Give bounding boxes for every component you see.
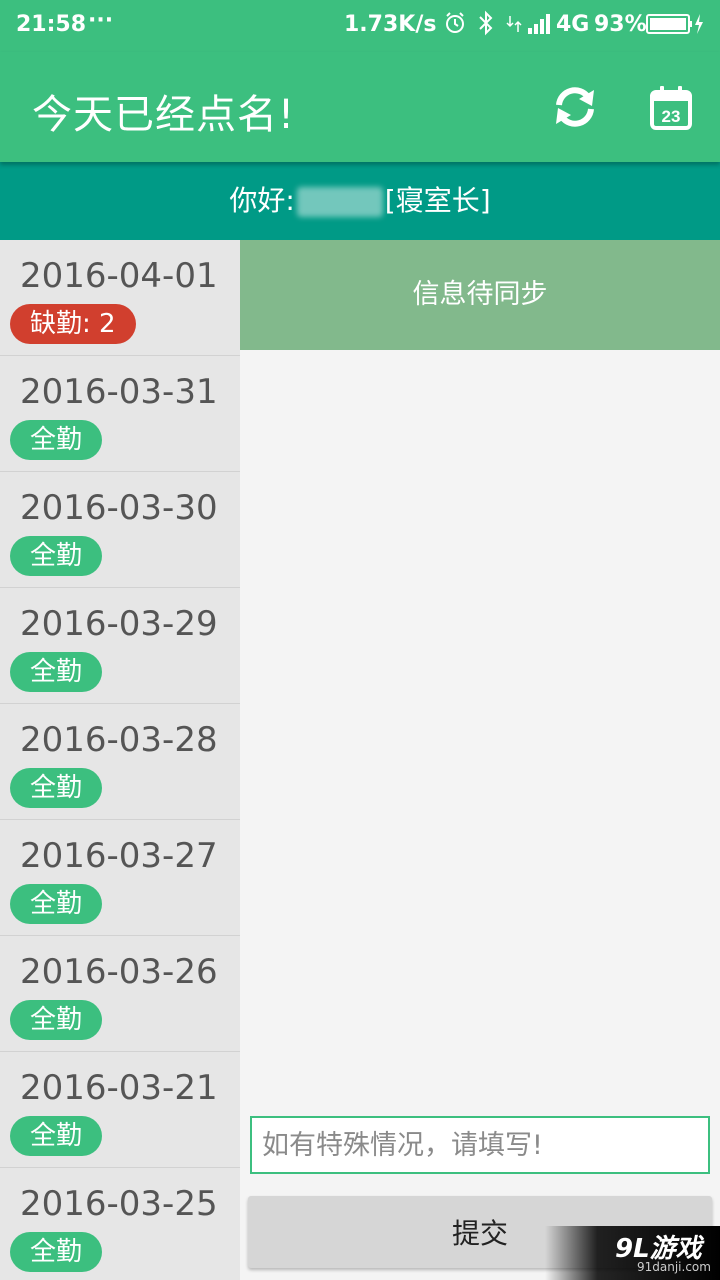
status-bar: 21:58 ··· 1.73K/s 4G 93%: [0, 0, 720, 52]
date-list-item[interactable]: 2016-03-27 全勤: [0, 820, 240, 936]
battery-percent: 93%: [594, 12, 647, 37]
date-list-item[interactable]: 2016-03-30 全勤: [0, 472, 240, 588]
blurred-user-name: [296, 187, 383, 217]
date-list-item[interactable]: 2016-03-28 全勤: [0, 704, 240, 820]
attendance-date-list[interactable]: 2016-04-01 缺勤: 2 2016-03-31 全勤 2016-03-30 全勤 2…: [0, 240, 240, 1280]
attendance-status-badge: 全勤: [10, 652, 103, 692]
bluetooth-icon: [479, 10, 493, 36]
date-label: 2016-04-01: [20, 256, 218, 296]
attendance-status-badge: 全勤: [10, 768, 103, 808]
date-list-item[interactable]: 2016-03-29 全勤: [0, 588, 240, 704]
app-bar: 今天已经点名! 23: [0, 52, 720, 162]
date-list-item[interactable]: 2016-03-25 全勤: [0, 1168, 240, 1280]
refresh-icon[interactable]: [550, 82, 600, 132]
attendance-status-badge: 全勤: [10, 1116, 103, 1156]
attendance-status-badge: 全勤: [10, 1000, 103, 1040]
network-speed: 1.73K/s: [344, 12, 437, 37]
date-label: 2016-03-26: [20, 952, 218, 992]
signal-icon: [506, 14, 550, 34]
date-label: 2016-03-27: [20, 836, 218, 876]
remark-input[interactable]: [250, 1116, 710, 1174]
greeting-bar: 你好: [寝室长]: [0, 162, 720, 240]
date-list-item[interactable]: 2016-03-21 全勤: [0, 1052, 240, 1168]
attendance-status-badge: 全勤: [10, 536, 103, 576]
calendar-icon[interactable]: 23: [646, 84, 696, 134]
date-label: 2016-03-25: [20, 1184, 218, 1224]
more-notifications-icon: ···: [88, 8, 114, 33]
watermark-domain: 91danji.com: [637, 1260, 711, 1274]
date-list-item[interactable]: 2016-03-26 全勤: [0, 936, 240, 1052]
page-title: 今天已经点名!: [32, 92, 296, 138]
sync-status-banner: 信息待同步: [240, 240, 720, 350]
status-time: 21:58: [16, 12, 87, 37]
battery-charging-icon: [646, 14, 703, 34]
attendance-status-badge: 全勤: [10, 1232, 103, 1272]
date-label: 2016-03-29: [20, 604, 218, 644]
date-label: 2016-03-30: [20, 488, 218, 528]
date-label: 2016-03-21: [20, 1068, 218, 1108]
user-role: [寝室长]: [384, 184, 491, 217]
date-label: 2016-03-31: [20, 372, 218, 412]
attendance-status-badge: 全勤: [10, 884, 103, 924]
network-type: 4G: [556, 12, 590, 37]
alarm-icon: [446, 12, 464, 33]
date-list-item[interactable]: 2016-03-31 全勤: [0, 356, 240, 472]
screen: 21:58 ··· 1.73K/s 4G 93% 今天已经点名! 23 你好: …: [0, 0, 720, 1280]
calendar-day: 23: [662, 107, 681, 126]
attendance-status-badge: 全勤: [10, 420, 103, 460]
date-list-item[interactable]: 2016-04-01 缺勤: 2: [0, 240, 240, 356]
greeting-prefix: 你好:: [229, 184, 295, 217]
attendance-status-badge: 缺勤: 2: [10, 304, 136, 344]
watermark: 9L游戏 91danji.com: [545, 1226, 720, 1280]
date-label: 2016-03-28: [20, 720, 218, 760]
